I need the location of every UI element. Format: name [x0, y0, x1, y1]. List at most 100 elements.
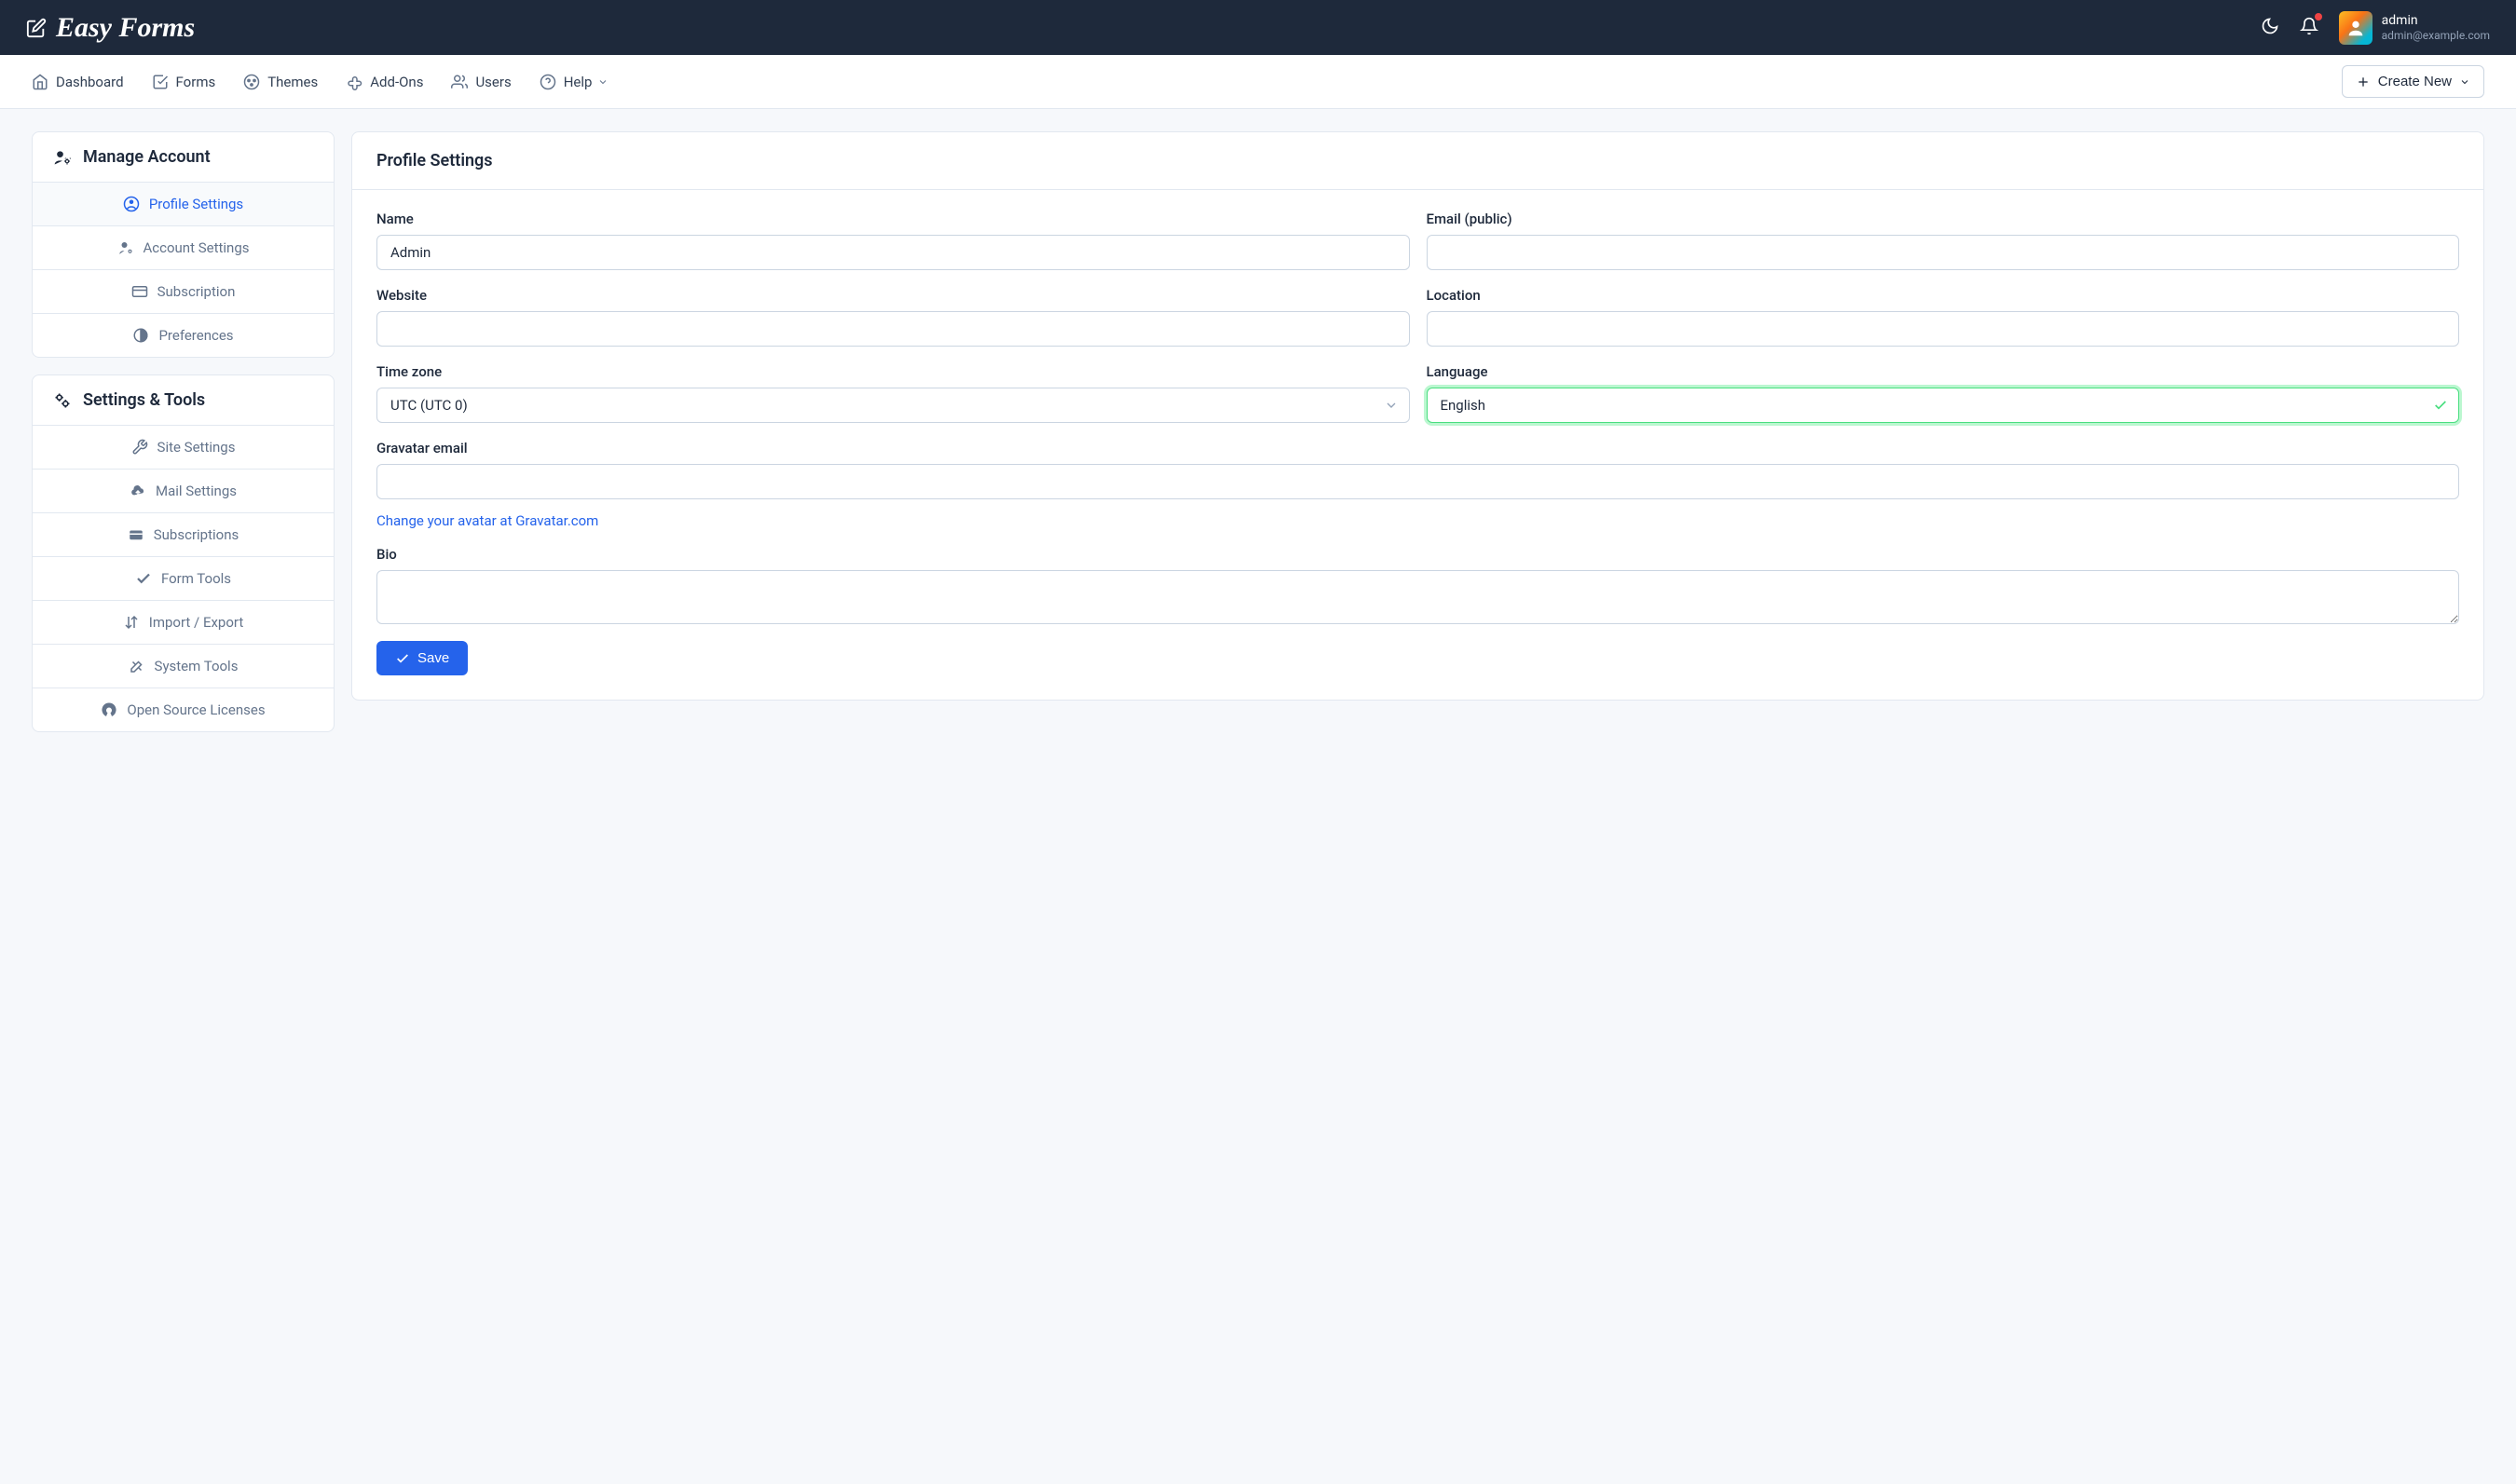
- sidebar-item-label: Subscription: [157, 283, 236, 300]
- sidebar-item-label: Form Tools: [161, 570, 231, 587]
- check-icon: [135, 570, 152, 587]
- field-language: Language English: [1427, 363, 2460, 423]
- input-name[interactable]: [376, 235, 1410, 270]
- sidebar-item-subscriptions[interactable]: Subscriptions: [33, 513, 334, 557]
- sidebar-item-label: Open Source Licenses: [127, 701, 265, 718]
- user-info: admin admin@example.com: [2382, 13, 2490, 42]
- sidebar-item-label: Site Settings: [157, 439, 236, 456]
- label-website: Website: [376, 287, 1410, 304]
- select-language[interactable]: English: [1427, 388, 2460, 423]
- save-button[interactable]: Save: [376, 641, 468, 675]
- main-content: Profile Settings Name Email (public) Web…: [351, 131, 2484, 732]
- content-body: Name Email (public) Website Location: [352, 190, 2483, 700]
- sidebar-item-import-export[interactable]: Import / Export: [33, 601, 334, 645]
- manage-account-header: Manage Account: [33, 132, 334, 183]
- help-icon: [540, 74, 556, 90]
- settings-tools-header: Settings & Tools: [33, 375, 334, 426]
- profile-settings-card: Profile Settings Name Email (public) Web…: [351, 131, 2484, 701]
- top-header: Easy Forms admin admin@example.com: [0, 0, 2516, 55]
- user-email: admin@example.com: [2382, 29, 2490, 42]
- contrast-icon: [132, 327, 149, 344]
- label-timezone: Time zone: [376, 363, 1410, 380]
- input-gravatar[interactable]: [376, 464, 2459, 499]
- user-cog-icon: [53, 148, 72, 167]
- nav-users[interactable]: Users: [451, 74, 511, 90]
- wrench-icon: [131, 439, 148, 456]
- create-new-label: Create New: [2378, 74, 2452, 89]
- sidebar-item-label: System Tools: [155, 658, 239, 674]
- upload-cloud-icon: [130, 483, 146, 499]
- input-email[interactable]: [1427, 235, 2460, 270]
- label-language: Language: [1427, 363, 2460, 380]
- sidebar-item-label: Account Settings: [144, 239, 250, 256]
- sidebar-item-profile-settings[interactable]: Profile Settings: [33, 183, 334, 226]
- label-gravatar: Gravatar email: [376, 440, 2459, 456]
- avatar: [2339, 11, 2372, 45]
- home-icon: [32, 74, 48, 90]
- moon-icon: [2261, 17, 2279, 35]
- sidebar: Manage Account Profile Settings Account …: [32, 131, 335, 732]
- check-square-icon: [152, 74, 169, 90]
- sidebar-item-subscription[interactable]: Subscription: [33, 270, 334, 314]
- gravatar-link[interactable]: Change your avatar at Gravatar.com: [376, 512, 2459, 529]
- user-gear-icon: [117, 239, 134, 256]
- section-title: Settings & Tools: [83, 390, 205, 410]
- check-icon: [395, 651, 410, 666]
- sidebar-item-system-tools[interactable]: System Tools: [33, 645, 334, 688]
- notifications-button[interactable]: [2300, 17, 2318, 39]
- sidebar-item-form-tools[interactable]: Form Tools: [33, 557, 334, 601]
- top-header-right: admin admin@example.com: [2261, 11, 2490, 45]
- user-circle-icon: [123, 196, 140, 212]
- sidebar-item-account-settings[interactable]: Account Settings: [33, 226, 334, 270]
- sidebar-item-preferences[interactable]: Preferences: [33, 314, 334, 357]
- nav-label: Forms: [176, 74, 216, 90]
- field-timezone: Time zone UTC (UTC 0): [376, 363, 1410, 423]
- label-bio: Bio: [376, 546, 2459, 563]
- brand[interactable]: Easy Forms: [26, 12, 195, 44]
- user-menu[interactable]: admin admin@example.com: [2339, 11, 2490, 45]
- create-new-button[interactable]: Create New: [2342, 65, 2484, 98]
- gears-icon: [53, 391, 72, 410]
- nav-label: Dashboard: [56, 74, 124, 90]
- label-location: Location: [1427, 287, 2460, 304]
- label-name: Name: [376, 211, 1410, 227]
- field-gravatar: Gravatar email Change your avatar at Gra…: [376, 440, 2459, 529]
- sidebar-item-label: Mail Settings: [156, 483, 237, 499]
- user-name: admin: [2382, 13, 2490, 29]
- nav-dashboard[interactable]: Dashboard: [32, 74, 124, 90]
- field-location: Location: [1427, 287, 2460, 347]
- chevron-down-icon: [2459, 76, 2470, 88]
- credit-card-icon: [131, 283, 148, 300]
- sidebar-item-site-settings[interactable]: Site Settings: [33, 426, 334, 470]
- palette-icon: [243, 74, 260, 90]
- dark-mode-toggle[interactable]: [2261, 17, 2279, 39]
- field-name: Name: [376, 211, 1410, 270]
- content-title: Profile Settings: [352, 132, 2483, 190]
- notification-dot: [2315, 13, 2322, 20]
- brand-text: Easy Forms: [56, 12, 195, 44]
- nav-addons[interactable]: Add-Ons: [346, 74, 423, 90]
- nav-themes[interactable]: Themes: [243, 74, 318, 90]
- nav-bar: Dashboard Forms Themes Add-Ons Users Hel…: [0, 55, 2516, 109]
- select-timezone[interactable]: UTC (UTC 0): [376, 388, 1410, 423]
- sidebar-item-mail-settings[interactable]: Mail Settings: [33, 470, 334, 513]
- plus-icon: [2356, 75, 2371, 89]
- nav-forms[interactable]: Forms: [152, 74, 216, 90]
- nav-label: Users: [475, 74, 511, 90]
- form-grid: Name Email (public) Website Location: [376, 211, 2459, 624]
- nav-links: Dashboard Forms Themes Add-Ons Users Hel…: [32, 74, 608, 90]
- check-icon: [2433, 398, 2448, 413]
- tools-icon: [129, 658, 145, 674]
- input-location[interactable]: [1427, 311, 2460, 347]
- sidebar-item-label: Subscriptions: [154, 526, 239, 543]
- field-email: Email (public): [1427, 211, 2460, 270]
- field-website: Website: [376, 287, 1410, 347]
- nav-label: Help: [564, 74, 593, 90]
- input-website[interactable]: [376, 311, 1410, 347]
- sidebar-item-label: Preferences: [158, 327, 233, 344]
- sidebar-item-licenses[interactable]: Open Source Licenses: [33, 688, 334, 731]
- sort-icon: [123, 614, 140, 631]
- textarea-bio[interactable]: [376, 570, 2459, 624]
- manage-account-card: Manage Account Profile Settings Account …: [32, 131, 335, 358]
- nav-help[interactable]: Help: [540, 74, 609, 90]
